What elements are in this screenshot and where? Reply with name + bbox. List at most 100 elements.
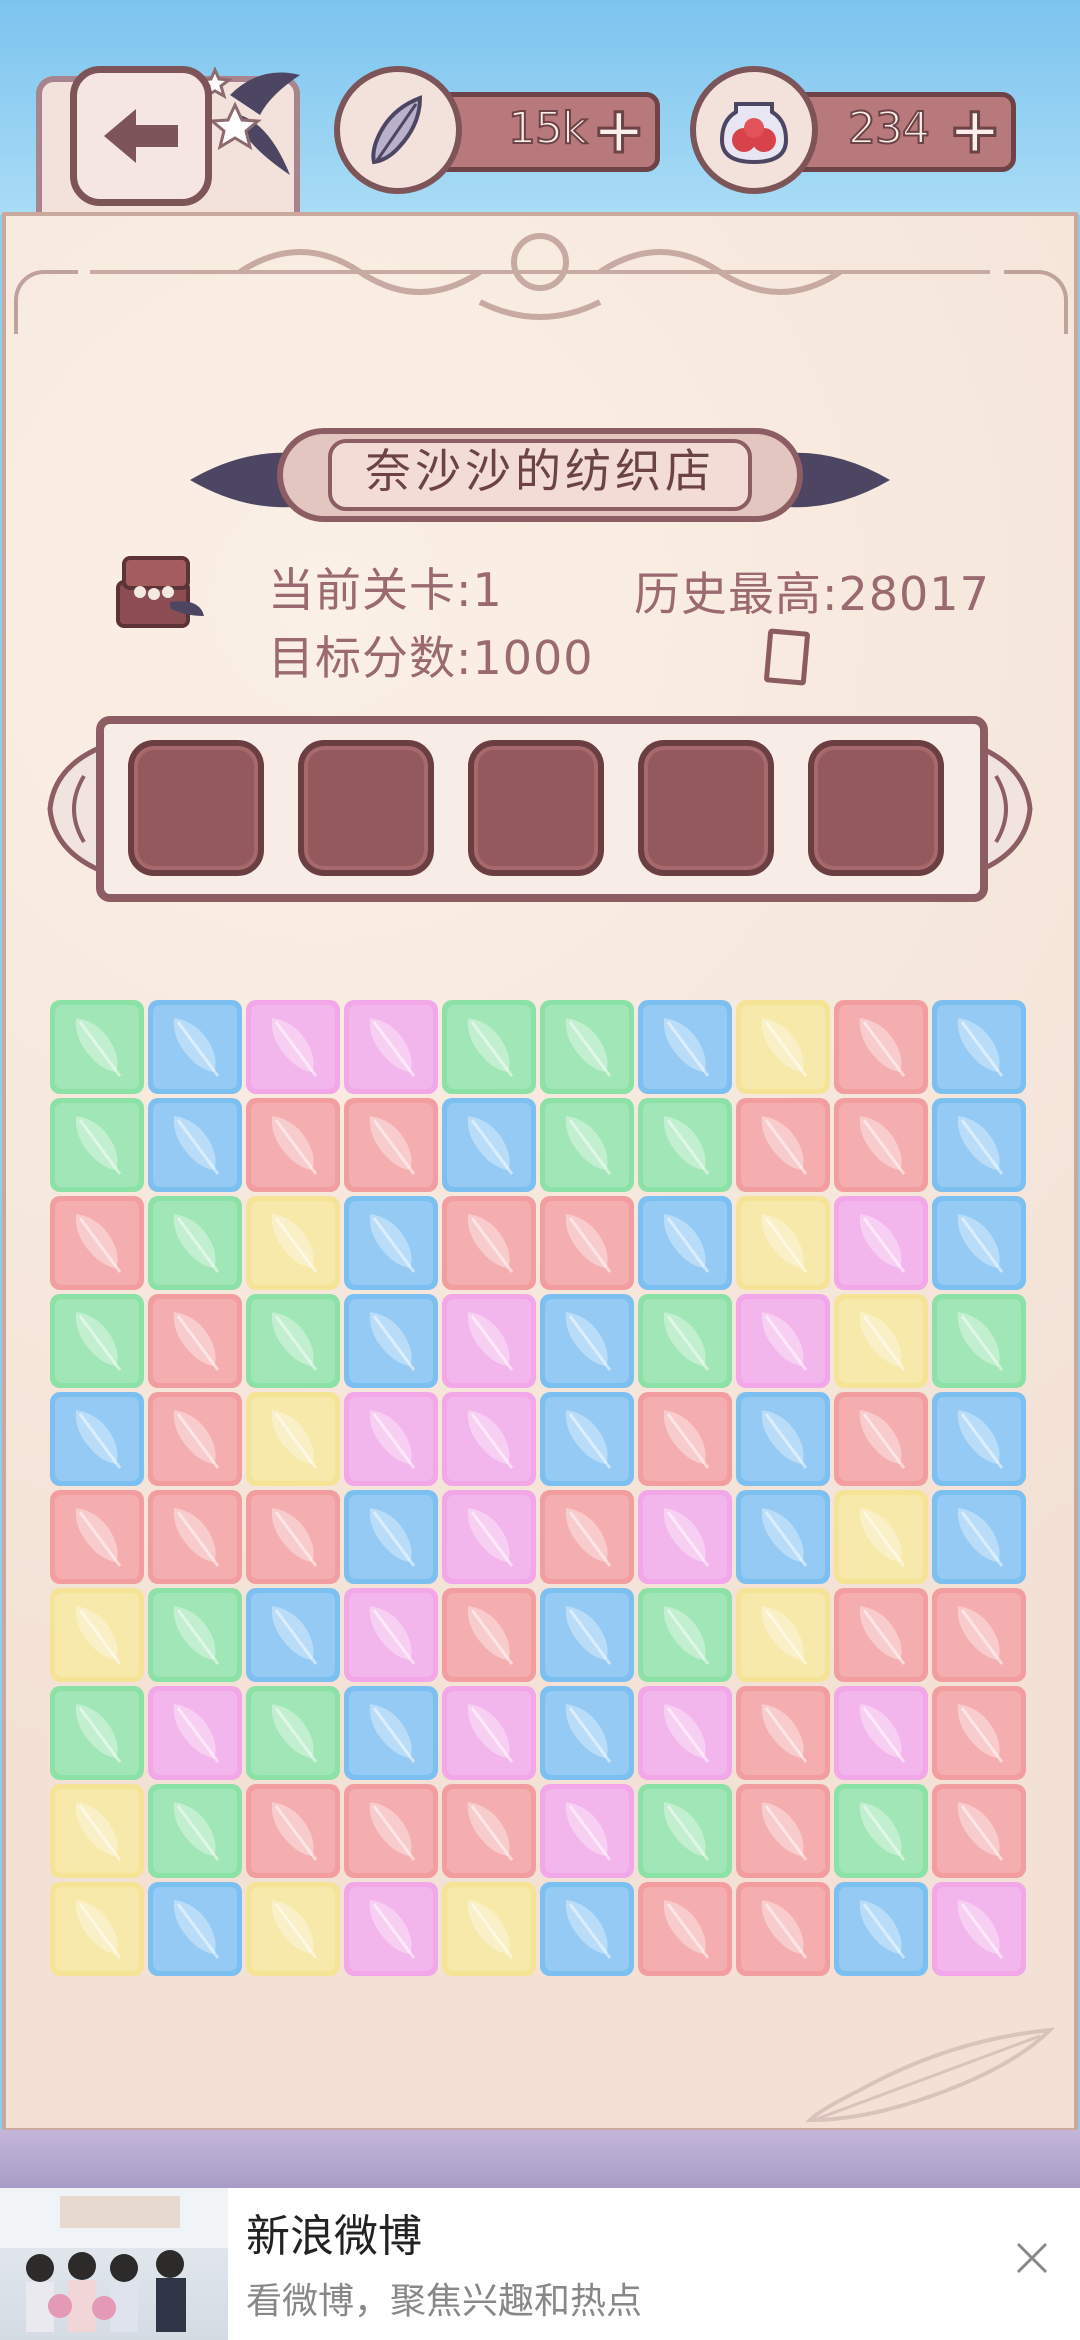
tile-blue[interactable] [540, 1882, 634, 1976]
tile-yellow[interactable] [50, 1882, 144, 1976]
tile-blue[interactable] [344, 1490, 438, 1584]
tile-pink[interactable] [442, 1294, 536, 1388]
tile-red[interactable] [540, 1490, 634, 1584]
tile-blue[interactable] [246, 1588, 340, 1682]
tile-green[interactable] [638, 1784, 732, 1878]
tile-green[interactable] [148, 1196, 242, 1290]
tile-red[interactable] [246, 1784, 340, 1878]
tile-pink[interactable] [834, 1196, 928, 1290]
tile-blue[interactable] [932, 1098, 1026, 1192]
currency1-add-button[interactable]: + [591, 95, 648, 168]
tile-yellow[interactable] [736, 1196, 830, 1290]
tile-red[interactable] [834, 1098, 928, 1192]
tile-blue[interactable] [638, 1196, 732, 1290]
ad-close-button[interactable] [1002, 2228, 1062, 2288]
tile-pink[interactable] [344, 1882, 438, 1976]
tile-blue[interactable] [932, 1490, 1026, 1584]
tile-red[interactable] [442, 1784, 536, 1878]
tile-blue[interactable] [344, 1686, 438, 1780]
tile-blue[interactable] [148, 1000, 242, 1094]
tile-green[interactable] [50, 1686, 144, 1780]
tile-blue[interactable] [736, 1490, 830, 1584]
tile-yellow[interactable] [834, 1490, 928, 1584]
tile-red[interactable] [834, 1392, 928, 1486]
tile-red[interactable] [834, 1000, 928, 1094]
tile-green[interactable] [50, 1098, 144, 1192]
tile-pink[interactable] [246, 1000, 340, 1094]
tile-yellow[interactable] [246, 1882, 340, 1976]
tile-pink[interactable] [344, 1000, 438, 1094]
tile-blue[interactable] [50, 1392, 144, 1486]
currency2-add-button[interactable]: + [947, 95, 1004, 168]
tile-red[interactable] [148, 1490, 242, 1584]
tile-blue[interactable] [736, 1392, 830, 1486]
tile-green[interactable] [50, 1000, 144, 1094]
tile-red[interactable] [148, 1294, 242, 1388]
tile-yellow[interactable] [442, 1882, 536, 1976]
tile-blue[interactable] [344, 1294, 438, 1388]
tile-yellow[interactable] [736, 1000, 830, 1094]
tile-blue[interactable] [148, 1098, 242, 1192]
tile-red[interactable] [932, 1686, 1026, 1780]
tile-green[interactable] [148, 1588, 242, 1682]
tile-pink[interactable] [540, 1784, 634, 1878]
ad-banner[interactable]: 新浪微博 看微博，聚焦兴趣和热点 [0, 2188, 1080, 2340]
tile-red[interactable] [442, 1588, 536, 1682]
tile-blue[interactable] [932, 1392, 1026, 1486]
tile-pink[interactable] [834, 1686, 928, 1780]
tile-red[interactable] [736, 1686, 830, 1780]
tile-yellow[interactable] [50, 1784, 144, 1878]
tile-red[interactable] [344, 1784, 438, 1878]
tile-blue[interactable] [540, 1686, 634, 1780]
tile-yellow[interactable] [246, 1392, 340, 1486]
tile-pink[interactable] [932, 1882, 1026, 1976]
tile-blue[interactable] [834, 1882, 928, 1976]
tile-pink[interactable] [638, 1490, 732, 1584]
tile-red[interactable] [834, 1588, 928, 1682]
tile-green[interactable] [540, 1098, 634, 1192]
ad-image[interactable] [0, 2188, 228, 2340]
tile-pink[interactable] [442, 1686, 536, 1780]
tile-pink[interactable] [736, 1294, 830, 1388]
tile-blue[interactable] [540, 1588, 634, 1682]
tile-green[interactable] [442, 1000, 536, 1094]
tile-green[interactable] [540, 1000, 634, 1094]
tile-pink[interactable] [148, 1686, 242, 1780]
tile-red[interactable] [246, 1098, 340, 1192]
tile-green[interactable] [50, 1294, 144, 1388]
tile-red[interactable] [50, 1196, 144, 1290]
tile-red[interactable] [246, 1490, 340, 1584]
tile-blue[interactable] [344, 1196, 438, 1290]
tile-yellow[interactable] [834, 1294, 928, 1388]
tile-green[interactable] [246, 1686, 340, 1780]
tile-blue[interactable] [638, 1000, 732, 1094]
tile-red[interactable] [50, 1490, 144, 1584]
tile-red[interactable] [736, 1784, 830, 1878]
tile-blue[interactable] [540, 1294, 634, 1388]
tile-pink[interactable] [638, 1686, 732, 1780]
tile-green[interactable] [834, 1784, 928, 1878]
tile-green[interactable] [638, 1588, 732, 1682]
tile-red[interactable] [148, 1392, 242, 1486]
tile-red[interactable] [932, 1588, 1026, 1682]
tile-green[interactable] [148, 1784, 242, 1878]
tile-yellow[interactable] [50, 1588, 144, 1682]
tile-red[interactable] [344, 1098, 438, 1192]
tile-yellow[interactable] [736, 1588, 830, 1682]
tile-blue[interactable] [442, 1098, 536, 1192]
tile-blue[interactable] [148, 1882, 242, 1976]
tile-green[interactable] [246, 1294, 340, 1388]
tile-pink[interactable] [442, 1490, 536, 1584]
tile-blue[interactable] [540, 1392, 634, 1486]
tile-red[interactable] [638, 1392, 732, 1486]
tile-pink[interactable] [344, 1392, 438, 1486]
tile-green[interactable] [638, 1294, 732, 1388]
tile-red[interactable] [638, 1882, 732, 1976]
tile-red[interactable] [932, 1784, 1026, 1878]
tile-green[interactable] [932, 1294, 1026, 1388]
tile-red[interactable] [736, 1098, 830, 1192]
back-button[interactable] [70, 66, 212, 206]
tile-pink[interactable] [344, 1588, 438, 1682]
tile-red[interactable] [540, 1196, 634, 1290]
tile-red[interactable] [736, 1882, 830, 1976]
